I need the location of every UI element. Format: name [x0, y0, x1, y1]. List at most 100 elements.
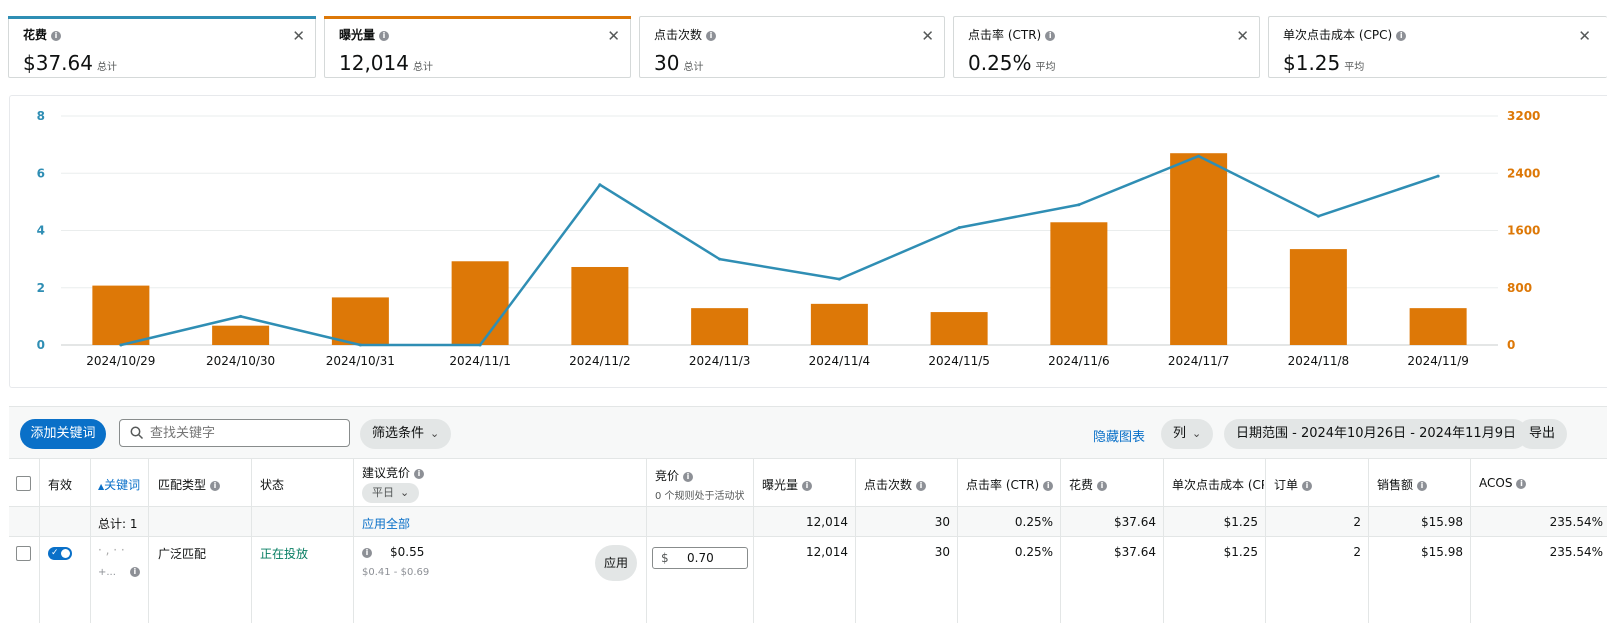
performance-chart: 0 2 4 6 8 0 800 1600 2400 3200 2024/10/29 2024/10/3…: [9, 95, 1607, 388]
col-header-ctr[interactable]: 点击率 (CTR) i: [966, 476, 1054, 493]
close-icon[interactable]: ✕: [607, 27, 620, 45]
info-icon[interactable]: i: [362, 547, 372, 558]
apply-bid-button[interactable]: 应用: [595, 545, 637, 581]
y-left-tick-label: 2: [37, 281, 45, 295]
line-point: [598, 183, 602, 187]
info-icon[interactable]: i: [706, 30, 717, 41]
columns-dropdown[interactable]: 列 ⌄: [1161, 419, 1214, 449]
suggested-bid: i $0.55: [362, 545, 424, 559]
metric-card-clicks[interactable]: 点击次数 i 30 总计 ✕: [639, 16, 945, 78]
metric-card-ctr[interactable]: 点击率 (CTR) i 0.25% 平均 ✕: [953, 16, 1260, 78]
match-type: 广泛匹配: [158, 547, 207, 561]
col-header-clicks-label: 点击次数: [864, 478, 913, 492]
info-icon[interactable]: i: [1417, 480, 1428, 491]
line-point: [837, 277, 841, 281]
bar: [212, 325, 270, 345]
bid-value[interactable]: 0.70: [687, 551, 714, 565]
row-cpc: $1.25: [1223, 545, 1258, 559]
line-point: [239, 314, 243, 318]
info-icon[interactable]: i: [129, 567, 140, 577]
row-checkbox[interactable]: [16, 546, 31, 561]
info-icon[interactable]: i: [1043, 480, 1054, 491]
x-tick-label: 2024/11/5: [928, 354, 990, 368]
col-header-sales-label: 销售额: [1377, 478, 1414, 492]
date-range-button[interactable]: 日期范围 - 2024年10月26日 - 2024年11月9日: [1224, 419, 1528, 449]
add-keyword-button[interactable]: 添加关键词: [20, 419, 106, 449]
y-left-tick-label: 8: [37, 109, 45, 123]
export-button[interactable]: 导出: [1517, 419, 1568, 449]
row-orders: 2: [1353, 545, 1361, 559]
bar: [451, 261, 509, 345]
info-icon[interactable]: i: [1045, 30, 1056, 41]
col-header-status: 状态: [260, 478, 285, 492]
table-toolbar: 添加关键词 筛选条件⌄ 隐藏图表 列⌄ 日期范围 - 2024年10月26日 -…: [9, 406, 1607, 458]
col-header-orders[interactable]: 订单 i: [1274, 476, 1313, 493]
metric-card-spend[interactable]: 花费 i $37.64 总计 ✕: [8, 16, 316, 78]
totals-clicks: 30: [934, 515, 950, 529]
col-header-cpc[interactable]: 单次点击成本 (CPC: [1172, 476, 1264, 493]
info-icon[interactable]: i: [414, 468, 425, 479]
filter-dropdown[interactable]: 筛选条件 ⌄: [360, 419, 452, 449]
info-icon[interactable]: i: [1516, 478, 1527, 489]
columns-label: 列: [1173, 426, 1187, 441]
col-header-bid: 竞价 i: [655, 467, 694, 484]
bar: [930, 312, 988, 345]
info-icon[interactable]: i: [1302, 480, 1313, 491]
currency-symbol: $: [661, 551, 669, 565]
col-header-match-type[interactable]: 匹配类型 i: [158, 476, 221, 493]
info-icon[interactable]: i: [1396, 30, 1407, 41]
suggested-bid-range: $0.41 - $0.69: [362, 567, 430, 578]
col-header-bid-rules: 0 个规则处于活动状: [655, 491, 745, 502]
totals-acos: 235.54%: [1549, 515, 1603, 529]
metric-card-impressions[interactable]: 曝光量 i 12,014 总计 ✕: [324, 16, 631, 78]
info-icon[interactable]: i: [51, 30, 62, 41]
metric-card-cpc[interactable]: 单次点击成本 (CPC) i $1.25 平均 ✕: [1268, 16, 1607, 78]
search-box[interactable]: [119, 419, 350, 447]
col-header-sales[interactable]: 销售额 i: [1377, 476, 1428, 493]
info-icon[interactable]: i: [210, 480, 221, 491]
totals-sales: $15.98: [1421, 515, 1463, 529]
close-icon[interactable]: ✕: [1578, 27, 1591, 45]
col-header-orders-label: 订单: [1274, 478, 1299, 492]
col-header-clicks[interactable]: 点击次数 i: [864, 476, 927, 493]
info-icon[interactable]: i: [802, 480, 813, 491]
col-header-acos[interactable]: ACOS i: [1479, 476, 1527, 490]
x-tick-label: 2024/10/30: [206, 354, 275, 368]
metric-accent-bar: [8, 16, 316, 19]
active-toggle[interactable]: ✓: [48, 547, 72, 560]
info-icon[interactable]: i: [683, 471, 694, 482]
metric-unit: 总计: [412, 62, 433, 73]
y-left-tick-label: 6: [37, 166, 45, 180]
info-icon[interactable]: i: [916, 480, 927, 491]
y-left-tick-label: 0: [37, 338, 45, 352]
row-clicks: 30: [934, 545, 950, 559]
close-icon[interactable]: ✕: [292, 27, 305, 45]
x-tick-label: 2024/11/4: [809, 354, 871, 368]
check-icon: ✓: [51, 548, 59, 558]
select-all-checkbox[interactable]: [16, 476, 31, 491]
line-point: [1316, 214, 1320, 218]
line-series: [120, 154, 1439, 347]
suggested-bid-dropdown[interactable]: 平日 ⌄: [362, 483, 420, 503]
col-header-impressions[interactable]: 曝光量 i: [762, 476, 813, 493]
filter-label: 筛选条件: [372, 426, 425, 441]
bid-input[interactable]: $ 0.70: [652, 547, 748, 569]
col-header-spend[interactable]: 花费 i: [1069, 476, 1108, 493]
info-icon[interactable]: i: [379, 30, 390, 41]
line-point: [358, 343, 362, 347]
col-header-suggested-bid: 建议竞价 i: [362, 464, 425, 481]
line-point: [1077, 203, 1081, 207]
col-header-keyword[interactable]: ▲关键词: [98, 476, 140, 493]
totals-impressions: 12,014: [806, 515, 848, 529]
metric-label: 曝光量: [339, 28, 376, 42]
hide-chart-link[interactable]: 隐藏图表: [1093, 426, 1145, 445]
metric-label: 花费: [23, 28, 48, 42]
search-input[interactable]: [150, 423, 340, 443]
row-acos: 235.54%: [1549, 545, 1603, 559]
close-icon[interactable]: ✕: [921, 27, 934, 45]
col-header-match-type-label: 匹配类型: [158, 478, 207, 492]
keyword-more-text: +...: [98, 567, 116, 578]
apply-all-link[interactable]: 应用全部: [362, 515, 410, 532]
close-icon[interactable]: ✕: [1236, 27, 1249, 45]
info-icon[interactable]: i: [1097, 480, 1108, 491]
